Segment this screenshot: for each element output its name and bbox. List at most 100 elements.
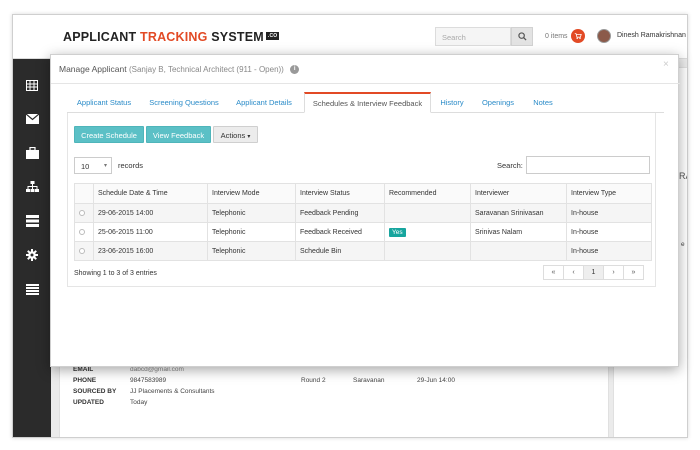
entries-info: Showing 1 to 3 of 3 entries: [74, 270, 157, 277]
pagination: « ‹ 1 › »: [543, 265, 644, 280]
sourced-by-value: JJ Placements & Consultants: [130, 388, 215, 395]
table-cell: [470, 241, 567, 261]
gear-icon: [26, 249, 38, 261]
tab-openings[interactable]: Openings: [475, 92, 521, 113]
email-value: dabcd@gmail.com: [130, 366, 184, 373]
last-page-button[interactable]: »: [623, 265, 644, 280]
table-search-label: Search:: [497, 161, 523, 170]
phone-label: PHONE: [73, 377, 97, 384]
sidebar-item-servers[interactable]: [13, 207, 51, 235]
top-search-button[interactable]: [511, 27, 533, 46]
select-column-header: [74, 183, 94, 204]
column-header[interactable]: Recommended: [384, 183, 471, 204]
top-search-input[interactable]: Search: [435, 27, 511, 46]
actions-label: Actions: [220, 131, 246, 140]
table-row[interactable]: 23-06-2015 16:00 Telephonic Schedule Bin…: [74, 241, 652, 261]
background-right-text-2: e: [681, 241, 685, 248]
sidebar-item-list[interactable]: [13, 275, 51, 303]
row-radio-cell[interactable]: [74, 203, 94, 223]
info-icon[interactable]: i: [290, 65, 300, 75]
row-radio-cell[interactable]: [74, 222, 94, 242]
records-length-select[interactable]: 10 ▾: [74, 157, 112, 174]
logo-text-2: TRACKING: [140, 30, 208, 44]
tab-notes[interactable]: Notes: [527, 92, 559, 113]
top-bar: APPLICANT TRACKING SYSTEM .CO Search 0 it…: [13, 15, 687, 59]
view-feedback-button[interactable]: View Feedback: [146, 126, 211, 143]
app-logo[interactable]: APPLICANT TRACKING SYSTEM .CO: [63, 30, 280, 44]
sourced-by-label: SOURCED BY: [73, 388, 117, 395]
tab-applicant-status[interactable]: Applicant Status: [67, 92, 141, 113]
grid-icon: [26, 79, 38, 91]
records-label: records: [118, 161, 144, 170]
cart[interactable]: 0 items: [545, 29, 585, 43]
table-cell: 25-06-2015 11:00: [93, 222, 208, 242]
create-schedule-button[interactable]: Create Schedule: [74, 126, 144, 143]
logo-text-3: SYSTEM: [207, 30, 264, 44]
row-radio-cell[interactable]: [74, 241, 94, 261]
table-cell: Telephonic: [207, 203, 296, 223]
server-icon: [25, 215, 39, 227]
modal-tabs: Applicant Status Screening Questions App…: [67, 92, 664, 113]
modal-subtitle: (Sanjay B, Technical Architect (911 - Op…: [128, 65, 284, 74]
sidebar-item-dashboard[interactable]: [13, 71, 51, 99]
mail-icon: [25, 114, 39, 124]
table-row[interactable]: 25-06-2015 11:00 Telephonic Feedback Rec…: [74, 222, 652, 242]
sidebar-item-settings[interactable]: [13, 241, 51, 269]
email-label: EMAIL: [73, 366, 94, 373]
manage-applicant-modal: Manage Applicant (Sanjay B, Technical Ar…: [50, 54, 680, 367]
updated-value: Today: [130, 399, 148, 406]
table-cell: Feedback Received: [295, 222, 385, 242]
cart-icon: [570, 29, 585, 43]
table-cell: Feedback Pending: [295, 203, 385, 223]
table-row[interactable]: 29-06-2015 14:00 Telephonic Feedback Pen…: [74, 203, 652, 223]
tab-screening-questions[interactable]: Screening Questions: [144, 92, 224, 113]
row-radio[interactable]: [79, 247, 85, 254]
modal-title-text: Manage Applicant: [59, 64, 127, 74]
column-header[interactable]: Interviewer: [470, 183, 567, 204]
column-header[interactable]: Schedule Date & Time: [93, 183, 208, 204]
row-radio[interactable]: [79, 228, 85, 235]
table-cell: Saravanan Srinivasan: [470, 203, 567, 223]
row-radio[interactable]: [79, 209, 85, 216]
table-cell: 23-06-2015 16:00: [93, 241, 208, 261]
list-icon: [25, 283, 39, 295]
updated-label: UPDATED: [73, 399, 104, 406]
chevron-down-icon: ▾: [247, 134, 251, 140]
recommended-badge: Yes: [389, 227, 406, 237]
user-avatar[interactable]: [597, 29, 611, 43]
tab-applicant-details[interactable]: Applicant Details: [228, 92, 300, 113]
tab-history[interactable]: History: [435, 92, 469, 113]
cart-label: 0 items: [545, 32, 568, 40]
phone-value: 9847583989: [130, 377, 167, 384]
sidebar-item-jobs[interactable]: [13, 139, 51, 167]
sidebar: [13, 59, 51, 437]
table-cell: Srinivas Nalam: [470, 222, 567, 242]
close-icon[interactable]: ×: [663, 59, 669, 70]
table-cell: Schedule Bin: [295, 241, 385, 261]
table-cell: Telephonic: [207, 222, 296, 242]
next-page-button[interactable]: ›: [603, 265, 624, 280]
column-header[interactable]: Interview Type: [566, 183, 652, 204]
sidebar-item-mail[interactable]: [13, 105, 51, 133]
page-1-button[interactable]: 1: [583, 265, 604, 280]
table-cell: 29-06-2015 14:00: [93, 203, 208, 223]
prev-page-button[interactable]: ‹: [563, 265, 584, 280]
tab-schedules-interview-feedback[interactable]: Schedules & Interview Feedback: [304, 92, 431, 113]
chevron-down-icon: ▾: [103, 163, 107, 169]
actions-dropdown[interactable]: Actions ▾: [213, 126, 258, 143]
column-header[interactable]: Interview Mode: [207, 183, 296, 204]
table-search-input[interactable]: [526, 156, 650, 174]
schedules-panel: Create Schedule View Feedback Actions ▾ …: [67, 113, 656, 287]
first-page-button[interactable]: «: [543, 265, 564, 280]
modal-title: Manage Applicant (Sanjay B, Technical Ar…: [59, 64, 300, 75]
org-chart-icon: [25, 181, 39, 192]
sidebar-item-organization[interactable]: [13, 173, 51, 201]
user-name[interactable]: Dinesh Ramakrishnan: [617, 32, 686, 39]
column-header[interactable]: Interview Status: [295, 183, 385, 204]
table-cell: [384, 203, 471, 223]
background-right-text: RA: [679, 171, 687, 181]
search-icon: [517, 32, 527, 41]
interviewer-text: Saravanan: [353, 377, 385, 384]
briefcase-icon: [25, 147, 39, 159]
table-header-row: Schedule Date & Time Interview Mode Inte…: [74, 183, 652, 204]
